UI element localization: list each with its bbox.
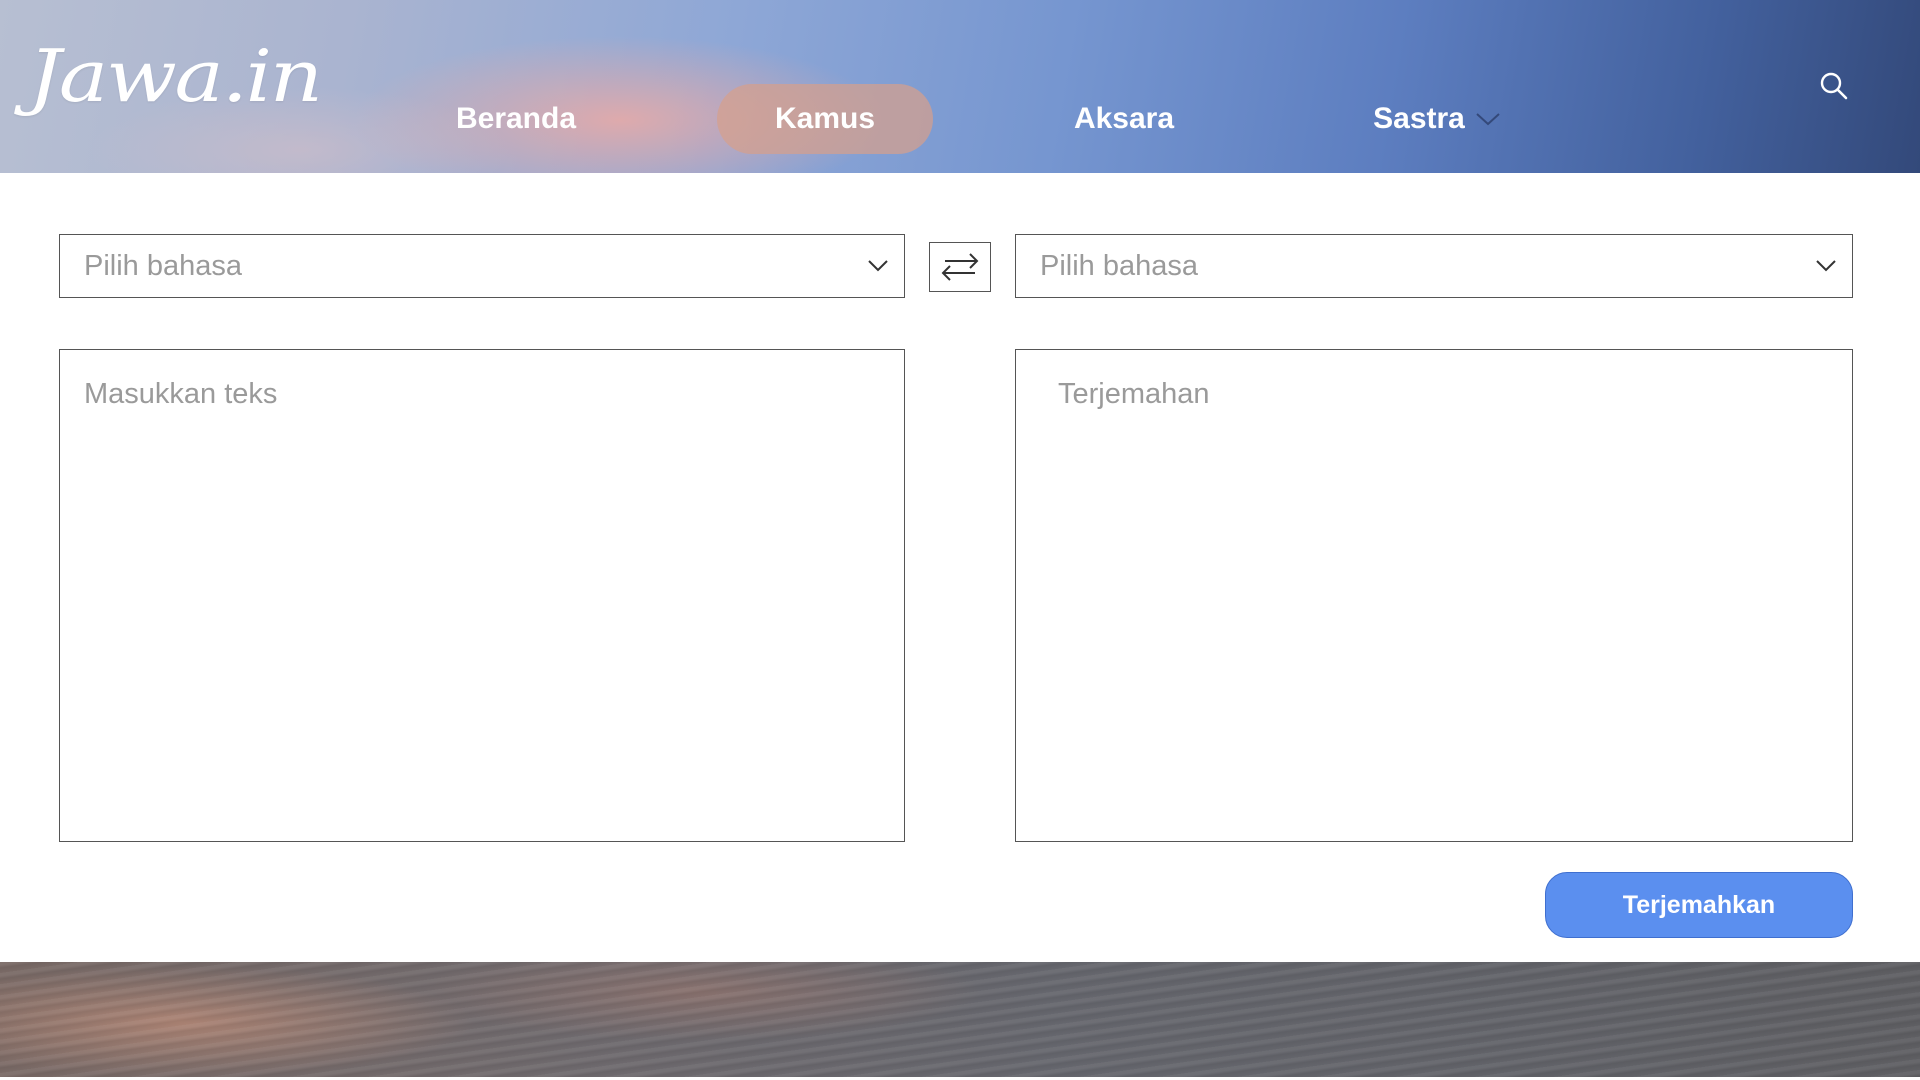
chevron-down-icon — [1476, 113, 1500, 126]
translate-button[interactable]: Terjemahkan — [1545, 872, 1853, 938]
nav-item-aksara[interactable]: Aksara — [1044, 84, 1204, 154]
chevron-down-icon — [868, 260, 888, 272]
nav-item-sastra[interactable]: Sastra — [1362, 84, 1512, 154]
source-text-box — [59, 349, 905, 842]
site-logo[interactable]: Jawa.in — [28, 40, 323, 112]
page: Jawa.in Beranda Kamus Aksara Sastra Pili… — [0, 0, 1920, 1080]
footer-banner — [0, 962, 1920, 1080]
translation-output[interactable] — [1016, 350, 1852, 841]
nav-item-label: Sastra — [1373, 102, 1465, 135]
search-icon[interactable] — [1818, 70, 1850, 102]
target-language-placeholder: Pilih bahasa — [1040, 249, 1198, 282]
swap-arrows-icon — [941, 253, 979, 281]
nav-item-label: Aksara — [1073, 102, 1175, 135]
top-navbar: Jawa.in Beranda Kamus Aksara Sastra — [0, 0, 1920, 173]
source-language-placeholder: Pilih bahasa — [84, 249, 242, 282]
nav-item-kamus[interactable]: Kamus — [717, 84, 933, 154]
nav-item-beranda[interactable]: Beranda — [436, 84, 596, 154]
nav-item-label: Beranda — [455, 102, 577, 135]
translation-output-box — [1015, 349, 1853, 842]
source-language-select[interactable]: Pilih bahasa — [59, 234, 905, 298]
target-language-select[interactable]: Pilih bahasa — [1015, 234, 1853, 298]
nav-item-label: Kamus — [774, 102, 876, 135]
source-text-input[interactable] — [60, 350, 904, 841]
chevron-down-icon — [1816, 260, 1836, 272]
swap-languages-button[interactable] — [929, 242, 991, 292]
translate-button-label: Terjemahkan — [1622, 890, 1776, 919]
